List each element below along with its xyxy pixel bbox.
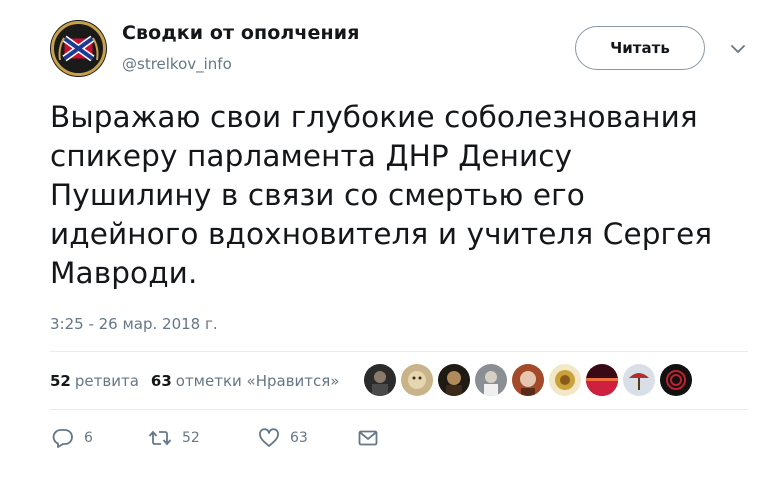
retweets-stat[interactable]: 52 ретвита bbox=[50, 372, 139, 390]
reply-button[interactable]: 6 bbox=[52, 428, 148, 448]
novorossiya-flag-avatar-image bbox=[50, 20, 107, 77]
chevron-down-icon bbox=[731, 45, 745, 53]
author-handle[interactable]: @strelkov_info bbox=[122, 55, 232, 73]
retweets-stat-count: 52 bbox=[50, 372, 71, 390]
likes-stat[interactable]: 63 отметки «Нравится» bbox=[151, 372, 340, 390]
tweet-text-line: Мавроди. bbox=[50, 256, 198, 290]
avatar[interactable] bbox=[50, 20, 107, 77]
liker-avatar[interactable] bbox=[401, 364, 433, 396]
liker-avatar[interactable] bbox=[438, 364, 470, 396]
retweet-button[interactable]: 52 bbox=[148, 428, 258, 448]
tweet-text: Выражаю свои глубокие соболезнования спи… bbox=[50, 98, 740, 293]
retweets-stat-label: ретвита bbox=[74, 372, 139, 390]
like-count: 63 bbox=[290, 430, 308, 446]
tweet-text-line: спикеру парламента ДНР Денису bbox=[50, 139, 573, 173]
tweet-text-line: Пушилину в связи со смертью его bbox=[50, 178, 585, 212]
tweet-timestamp[interactable]: 3:25 - 26 мар. 2018 г. bbox=[50, 315, 218, 333]
more-options-button[interactable] bbox=[729, 40, 747, 53]
tweet-stats: 52 ретвита 63 отметки «Нравится» bbox=[50, 372, 339, 390]
divider bbox=[50, 409, 748, 410]
like-button[interactable]: 63 bbox=[258, 428, 358, 448]
liker-avatar[interactable] bbox=[623, 364, 655, 396]
liker-avatar[interactable] bbox=[586, 364, 618, 396]
divider bbox=[50, 351, 748, 352]
reply-count: 6 bbox=[84, 430, 93, 446]
tweet-text-line: Выражаю свои глубокие соболезнования bbox=[50, 100, 698, 134]
liker-avatar[interactable] bbox=[475, 364, 507, 396]
tweet-actions: 6 52 63 bbox=[52, 428, 378, 448]
direct-message-button[interactable] bbox=[358, 430, 378, 446]
likes-stat-label: отметки «Нравится» bbox=[175, 372, 340, 390]
likes-stat-count: 63 bbox=[150, 372, 172, 390]
retweet-count: 52 bbox=[182, 430, 200, 446]
author-name[interactable]: Сводки от ополчения bbox=[122, 22, 360, 44]
liker-avatar[interactable] bbox=[660, 364, 692, 396]
reply-icon bbox=[52, 429, 73, 448]
envelope-icon bbox=[358, 430, 378, 446]
tweet-text-line: идейного вдохновителя и учителя Сергея bbox=[50, 217, 713, 251]
retweet-icon bbox=[148, 430, 172, 446]
liker-avatar[interactable] bbox=[364, 364, 396, 396]
liker-avatar[interactable] bbox=[549, 364, 581, 396]
liker-avatars bbox=[364, 364, 692, 396]
heart-icon bbox=[259, 428, 279, 447]
follow-button[interactable]: Читать bbox=[575, 26, 705, 70]
liker-avatar[interactable] bbox=[512, 364, 544, 396]
